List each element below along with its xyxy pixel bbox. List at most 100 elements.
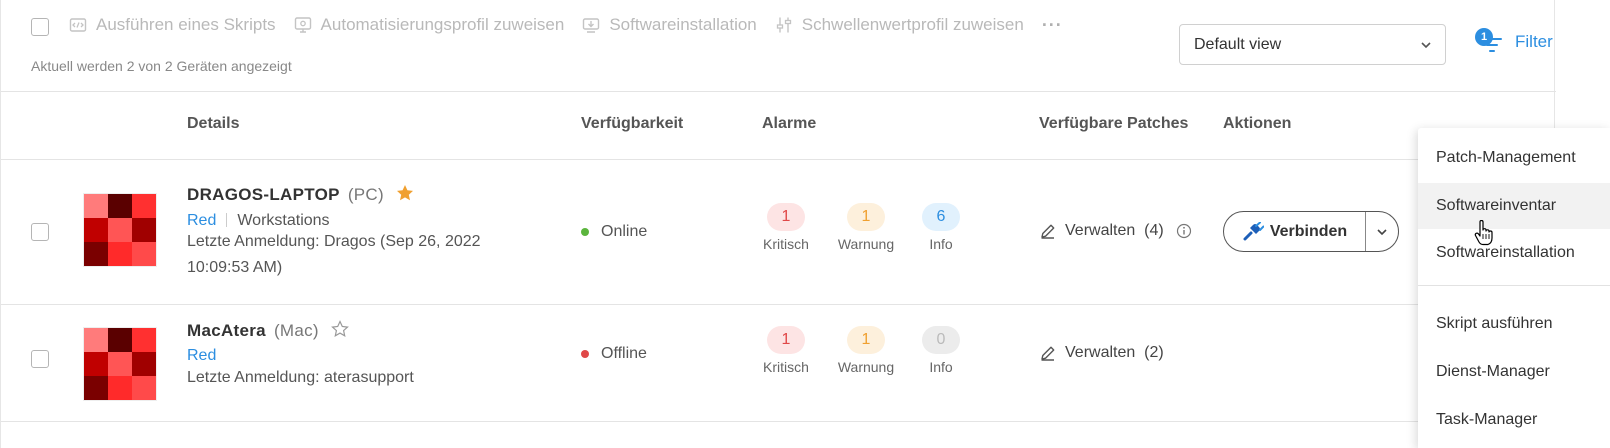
menu-item-patch-management[interactable]: Patch-Management	[1418, 135, 1610, 181]
divider	[226, 213, 228, 227]
availability-status: Offline	[581, 345, 647, 363]
menu-item-service-manager[interactable]: Dienst-Manager	[1418, 349, 1610, 395]
info-count: 6	[922, 203, 960, 231]
critical-count: 1	[767, 203, 805, 231]
connect-plug-icon	[1243, 221, 1264, 240]
alarm-critical[interactable]: 1 Kritisch	[751, 203, 821, 252]
manage-patches-link[interactable]: Verwalten (4)	[1039, 222, 1200, 240]
avatar	[83, 327, 157, 401]
menu-item-software-install[interactable]: Softwareinstallation	[1418, 230, 1610, 276]
filter-icon: 1	[1475, 28, 1505, 56]
device-name-text: DRAGOS-LAPTOP	[187, 185, 340, 204]
devices-page: Ausführen eines Skripts Automatisierungs…	[0, 0, 1556, 448]
critical-label: Kritisch	[763, 359, 809, 375]
column-header-availability[interactable]: Verfügbarkeit	[581, 115, 683, 133]
menu-item-run-script[interactable]: Skript ausführen	[1418, 301, 1610, 347]
connect-split-button: Verbinden	[1223, 211, 1399, 252]
info-label: Info	[929, 236, 953, 252]
filter-count-badge: 1	[1475, 28, 1493, 46]
device-name[interactable]: MacAtera (Mac)	[187, 320, 349, 341]
software-install-label: Softwareinstallation	[609, 15, 757, 34]
device-count-text: Aktuell werden 2 von 2 Geräten angezeigt	[31, 58, 292, 74]
star-outline-icon[interactable]	[330, 320, 349, 338]
menu-item-software-inventory[interactable]: Softwareinventar	[1418, 183, 1610, 229]
chevron-down-icon	[1377, 228, 1387, 235]
alarm-warning[interactable]: 1 Warnung	[831, 203, 901, 252]
info-count: 0	[922, 326, 960, 354]
customer-link[interactable]: Red	[187, 212, 216, 229]
bulk-actions: Ausführen eines Skripts Automatisierungs…	[69, 14, 1063, 36]
view-select[interactable]: Default view	[1179, 24, 1446, 65]
last-login: Letzte Anmeldung: aterasupport	[187, 365, 414, 391]
connect-label: Verbinden	[1269, 222, 1348, 240]
select-all-checkbox[interactable]	[31, 18, 49, 36]
assign-automation-profile-action[interactable]: Automatisierungsprofil zuweisen	[294, 15, 565, 35]
software-install-action[interactable]: Softwareinstallation	[582, 15, 757, 35]
column-header-alarms[interactable]: Alarme	[762, 115, 816, 133]
warning-count: 1	[847, 326, 885, 354]
folder-name: Workstations	[237, 212, 330, 229]
table-row[interactable]: DRAGOS-LAPTOP (PC) Red Workstations Letzte…	[1, 160, 1556, 305]
warning-count: 1	[847, 203, 885, 231]
offline-dot-icon	[581, 350, 589, 358]
table-header: Details Verfügbarkeit Alarme Verfügbare …	[1, 92, 1556, 160]
alarm-info[interactable]: 0 Info	[906, 326, 976, 375]
device-name-text: MacAtera	[187, 321, 266, 340]
availability-text: Offline	[601, 345, 647, 362]
chevron-down-icon	[1421, 42, 1431, 49]
device-type: (Mac)	[273, 321, 319, 340]
alarm-critical[interactable]: 1 Kritisch	[751, 326, 821, 375]
menu-divider	[1418, 285, 1610, 286]
alarm-info[interactable]: 6 Info	[906, 203, 976, 252]
view-select-value: Default view	[1194, 35, 1282, 53]
last-login-line2: 10:09:53 AM)	[187, 259, 283, 276]
filter-label: Filter	[1515, 32, 1553, 51]
availability-text: Online	[601, 223, 648, 240]
connect-button[interactable]: Verbinden	[1224, 212, 1366, 251]
critical-label: Kritisch	[763, 236, 809, 252]
run-script-label: Ausführen eines Skripts	[96, 15, 276, 34]
row-checkbox[interactable]	[31, 350, 49, 368]
info-circle-icon[interactable]	[1176, 223, 1192, 239]
warning-label: Warnung	[837, 236, 895, 252]
menu-item-task-manager[interactable]: Task-Manager	[1418, 397, 1610, 443]
manage-patches-text: Verwalten (4)	[1065, 222, 1164, 239]
column-header-patches[interactable]: Verfügbare Patches	[1039, 115, 1188, 133]
assign-automation-profile-label: Automatisierungsprofil zuweisen	[320, 15, 565, 34]
filter-button[interactable]: 1 Filter	[1475, 28, 1553, 56]
column-header-actions: Aktionen	[1223, 115, 1292, 132]
last-login-line1: Letzte Anmeldung: Dragos (Sep 26, 2022	[187, 233, 481, 250]
toolbar: Ausführen eines Skripts Automatisierungs…	[1, 0, 1556, 92]
manage-patches-text: Verwalten (2)	[1065, 344, 1164, 361]
automation-profile-icon	[294, 17, 311, 33]
availability-status: Online	[581, 223, 647, 241]
critical-count: 1	[767, 326, 805, 354]
device-meta: Red	[187, 347, 216, 365]
assign-threshold-profile-label: Schwellenwertprofil zuweisen	[801, 15, 1024, 34]
pencil-icon	[1041, 346, 1055, 361]
hand-cursor-icon	[1474, 220, 1493, 246]
info-label: Info	[929, 359, 953, 375]
table-row[interactable]: MacAtera (Mac) Red Letzte Anmeldung: ater…	[1, 305, 1556, 422]
software-install-icon	[583, 18, 600, 33]
more-actions-button[interactable]: ···	[1042, 15, 1063, 36]
star-filled-icon[interactable]	[396, 184, 414, 202]
script-icon	[69, 18, 87, 32]
device-meta: Red Workstations	[187, 212, 330, 230]
pencil-icon	[1041, 224, 1055, 239]
customer-link[interactable]: Red	[187, 347, 216, 364]
column-header-details[interactable]: Details	[187, 115, 239, 133]
run-script-action[interactable]: Ausführen eines Skripts	[69, 15, 276, 35]
manage-patches-link[interactable]: Verwalten (2)	[1039, 344, 1164, 362]
last-login-line1: Letzte Anmeldung: aterasupport	[187, 369, 414, 386]
row-checkbox[interactable]	[31, 223, 49, 241]
warning-label: Warnung	[837, 359, 895, 375]
threshold-sliders-icon	[776, 17, 791, 33]
connect-dropdown-menu: Patch-Management Softwareinventar Softwa…	[1418, 128, 1610, 448]
device-name[interactable]: DRAGOS-LAPTOP (PC)	[187, 184, 414, 205]
device-type: (PC)	[347, 185, 384, 204]
avatar	[83, 193, 157, 267]
alarm-warning[interactable]: 1 Warnung	[831, 326, 901, 375]
connect-dropdown-toggle[interactable]	[1366, 225, 1398, 239]
assign-threshold-profile-action[interactable]: Schwellenwertprofil zuweisen	[775, 15, 1024, 35]
